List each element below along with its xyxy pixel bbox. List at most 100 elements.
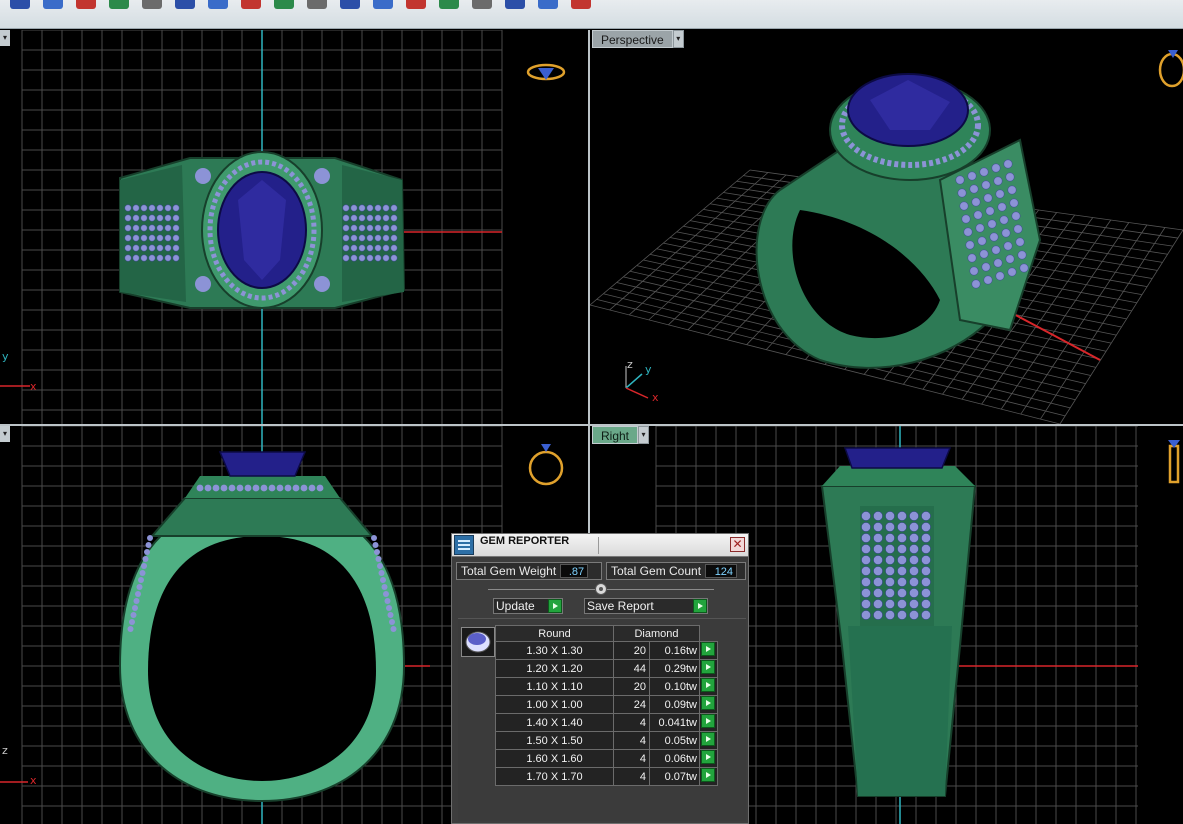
axis-y-label: y bbox=[645, 363, 652, 376]
move-icon[interactable] bbox=[43, 0, 63, 9]
update-button[interactable]: Update bbox=[493, 598, 563, 614]
table-row[interactable]: 1.40 X 1.40 4 0.041tw bbox=[495, 713, 718, 732]
gem-count-cell: 20 bbox=[613, 641, 650, 660]
select-gems-button[interactable] bbox=[699, 713, 718, 732]
gem-size-cell: 1.00 X 1.00 bbox=[495, 695, 614, 714]
measure-icon[interactable] bbox=[340, 0, 360, 9]
perspective-scene bbox=[590, 50, 1183, 424]
table-row[interactable]: 1.20 X 1.20 44 0.29tw bbox=[495, 659, 718, 678]
select-gems-button[interactable] bbox=[699, 767, 718, 786]
close-icon[interactable]: ✕ bbox=[730, 537, 745, 552]
header-spacer bbox=[700, 626, 718, 642]
chevron-down-icon[interactable]: ▾ bbox=[672, 30, 684, 48]
shape-header: Round bbox=[495, 625, 614, 642]
gem-weight-cell: 0.07tw bbox=[649, 767, 700, 786]
table-row[interactable]: 1.70 X 1.70 4 0.07tw bbox=[495, 767, 718, 786]
play-icon[interactable] bbox=[701, 678, 715, 692]
total-gem-count-label: Total Gem Count bbox=[611, 564, 702, 578]
play-icon[interactable] bbox=[701, 660, 715, 674]
gem-count-cell: 24 bbox=[613, 695, 650, 714]
select-gems-button[interactable] bbox=[699, 695, 718, 714]
total-gem-count-value: 124 bbox=[705, 564, 738, 578]
panel-splitter-handle[interactable] bbox=[595, 583, 607, 595]
snap-icon[interactable] bbox=[274, 0, 294, 9]
viewport-label-right[interactable]: Right ▾ bbox=[592, 426, 650, 444]
select-gems-button[interactable] bbox=[699, 731, 718, 750]
gem-weight-cell: 0.10tw bbox=[649, 677, 700, 696]
play-icon[interactable] bbox=[701, 768, 715, 782]
grid-icon[interactable] bbox=[241, 0, 261, 9]
table-row[interactable]: 1.30 X 1.30 20 0.16tw bbox=[495, 641, 718, 660]
render-icon[interactable] bbox=[571, 0, 591, 9]
axis-gizmo bbox=[0, 385, 30, 387]
table-row[interactable]: 1.60 X 1.60 4 0.06tw bbox=[495, 749, 718, 768]
viewport-splitter-horizontal[interactable] bbox=[0, 424, 1183, 426]
total-gem-weight-label: Total Gem Weight bbox=[461, 564, 557, 578]
play-icon[interactable] bbox=[701, 642, 715, 656]
gem-weight-cell: 0.06tw bbox=[649, 749, 700, 768]
viewport-name[interactable]: Right bbox=[592, 426, 639, 444]
gem-size-cell: 1.70 X 1.70 bbox=[495, 767, 614, 786]
gem-weight-cell: 0.041tw bbox=[649, 713, 700, 732]
gem-size-cell: 1.30 X 1.30 bbox=[495, 641, 614, 660]
table-row[interactable]: 1.50 X 1.50 4 0.05tw bbox=[495, 731, 718, 750]
axis-x-label: x bbox=[30, 774, 37, 787]
select-gems-button[interactable] bbox=[699, 659, 718, 678]
gem-weight-cell: 0.05tw bbox=[649, 731, 700, 750]
play-icon[interactable] bbox=[548, 599, 562, 613]
arrow-icon[interactable] bbox=[142, 0, 162, 9]
title-divider bbox=[598, 537, 599, 554]
gem-size-cell: 1.40 X 1.40 bbox=[495, 713, 614, 732]
ring-front-model bbox=[118, 451, 406, 803]
play-icon[interactable] bbox=[701, 714, 715, 728]
play-icon[interactable] bbox=[701, 696, 715, 710]
play-icon[interactable] bbox=[701, 732, 715, 746]
play-icon[interactable] bbox=[693, 599, 707, 613]
axis-z-label: z bbox=[2, 744, 8, 757]
play-icon[interactable] bbox=[701, 750, 715, 764]
gem-icon[interactable] bbox=[439, 0, 459, 9]
gem-reporter-icon bbox=[454, 535, 474, 555]
curve-icon[interactable] bbox=[175, 0, 195, 9]
ring-top-model bbox=[119, 151, 406, 309]
axis-x-label: x bbox=[652, 391, 659, 404]
save-report-button[interactable]: Save Report bbox=[584, 598, 708, 614]
table-row[interactable]: 1.00 X 1.00 24 0.09tw bbox=[495, 695, 718, 714]
box-icon[interactable] bbox=[373, 0, 393, 9]
total-gem-count-box: Total Gem Count 124 bbox=[606, 562, 746, 580]
select-gems-button[interactable] bbox=[699, 641, 718, 660]
viewport-top[interactable]: ▾ y x bbox=[0, 30, 588, 424]
gem-table: Round Diamond 1.30 X 1.30 20 0.16tw 1.20… bbox=[495, 625, 718, 786]
scale-icon[interactable] bbox=[76, 0, 96, 9]
main-toolbar bbox=[0, 0, 1183, 29]
viewport-label-perspective[interactable]: Perspective ▾ bbox=[592, 30, 684, 48]
pave-icon[interactable] bbox=[538, 0, 558, 9]
gem-weight-cell: 0.29tw bbox=[649, 659, 700, 678]
viewport-name[interactable]: Perspective bbox=[592, 30, 673, 48]
select-gems-button[interactable] bbox=[699, 677, 718, 696]
select-gems-button[interactable] bbox=[699, 749, 718, 768]
panel-titlebar[interactable]: GEM REPORTER ✕ bbox=[452, 534, 748, 557]
gem-count-cell: 20 bbox=[613, 677, 650, 696]
line-icon[interactable] bbox=[307, 0, 327, 9]
panel-title: GEM REPORTER bbox=[480, 535, 570, 547]
total-gem-weight-value: .87 bbox=[560, 564, 589, 578]
prong-icon[interactable] bbox=[472, 0, 492, 9]
gem-size-cell: 1.50 X 1.50 bbox=[495, 731, 614, 750]
gem-count-cell: 4 bbox=[613, 713, 650, 732]
table-row[interactable]: 1.10 X 1.10 20 0.10tw bbox=[495, 677, 718, 696]
update-button-label: Update bbox=[496, 599, 535, 613]
bezel-icon[interactable] bbox=[505, 0, 525, 9]
top-view-scene bbox=[21, 30, 566, 424]
view-icon[interactable] bbox=[10, 0, 30, 9]
pen-icon[interactable] bbox=[208, 0, 228, 9]
chevron-down-icon[interactable]: ▾ bbox=[638, 426, 650, 444]
gem-count-cell: 4 bbox=[613, 767, 650, 786]
ring-orientation-icon bbox=[526, 63, 566, 81]
viewport-perspective[interactable]: Perspective ▾ z y x bbox=[590, 30, 1183, 424]
viewport-menu-arrow[interactable]: ▾ bbox=[0, 426, 10, 442]
rotate-icon[interactable] bbox=[109, 0, 129, 9]
text-icon[interactable] bbox=[406, 0, 426, 9]
round-diamond-icon bbox=[461, 627, 495, 657]
gem-count-cell: 44 bbox=[613, 659, 650, 678]
